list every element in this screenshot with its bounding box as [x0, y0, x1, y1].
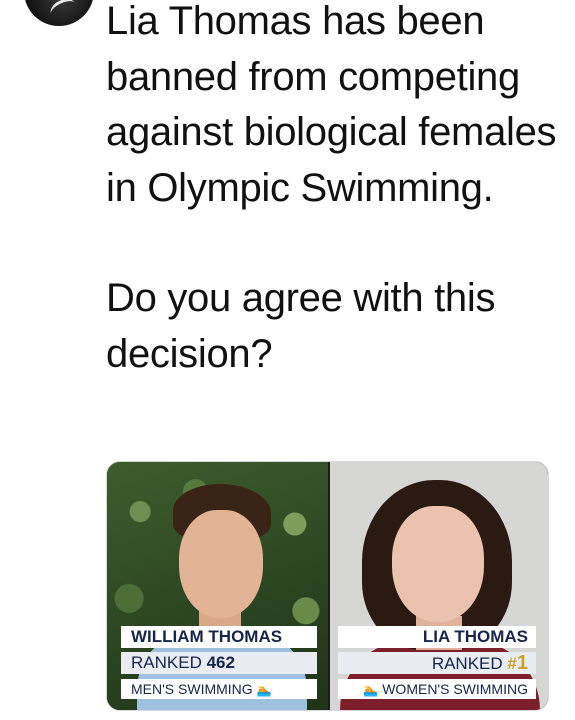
avatar[interactable]	[24, 0, 94, 26]
sport-label-right: WOMEN'S SWIMMING	[382, 681, 528, 697]
tweet-image[interactable]: WILLIAM THOMAS RANKED 462 MEN'S SWIMMING…	[106, 461, 549, 711]
face-right	[392, 506, 484, 622]
sport-label-left: MEN'S SWIMMING	[131, 681, 253, 697]
tweet-paragraph-1: Lia Thomas has been banned from competin…	[106, 0, 557, 210]
rank-prefix-right: RANKED	[431, 654, 503, 673]
caption-rank-left: RANKED 462	[121, 652, 317, 674]
face-left	[179, 510, 263, 618]
caption-sport-right: 🏊 WOMEN'S SWIMMING	[338, 679, 536, 699]
rank-value-right: 1	[516, 652, 528, 674]
rank-hash-right: #	[507, 654, 517, 673]
caption-name-right: LIA THOMAS	[338, 626, 536, 648]
rank-value-left: 462	[206, 653, 235, 672]
tweet-paragraph-2: Do you agree with this decision?	[106, 276, 496, 376]
caption-rank-right: RANKED #1	[338, 652, 536, 674]
swimmer-icon: 🏊	[363, 683, 379, 697]
shirt-right	[340, 640, 540, 710]
rank-prefix-left: RANKED	[131, 653, 202, 672]
caption-name-left: WILLIAM THOMAS	[121, 626, 317, 648]
tweet-text: Lia Thomas has been banned from competin…	[106, 0, 566, 382]
swimmer-icon: 🏊	[256, 683, 272, 697]
avatar-mark	[47, 0, 79, 22]
photo-right: LIA THOMAS RANKED #1 🏊 WOMEN'S SWIMMING	[330, 462, 548, 710]
caption-sport-left: MEN'S SWIMMING 🏊	[121, 679, 317, 699]
photo-left: WILLIAM THOMAS RANKED 462 MEN'S SWIMMING…	[107, 462, 328, 710]
